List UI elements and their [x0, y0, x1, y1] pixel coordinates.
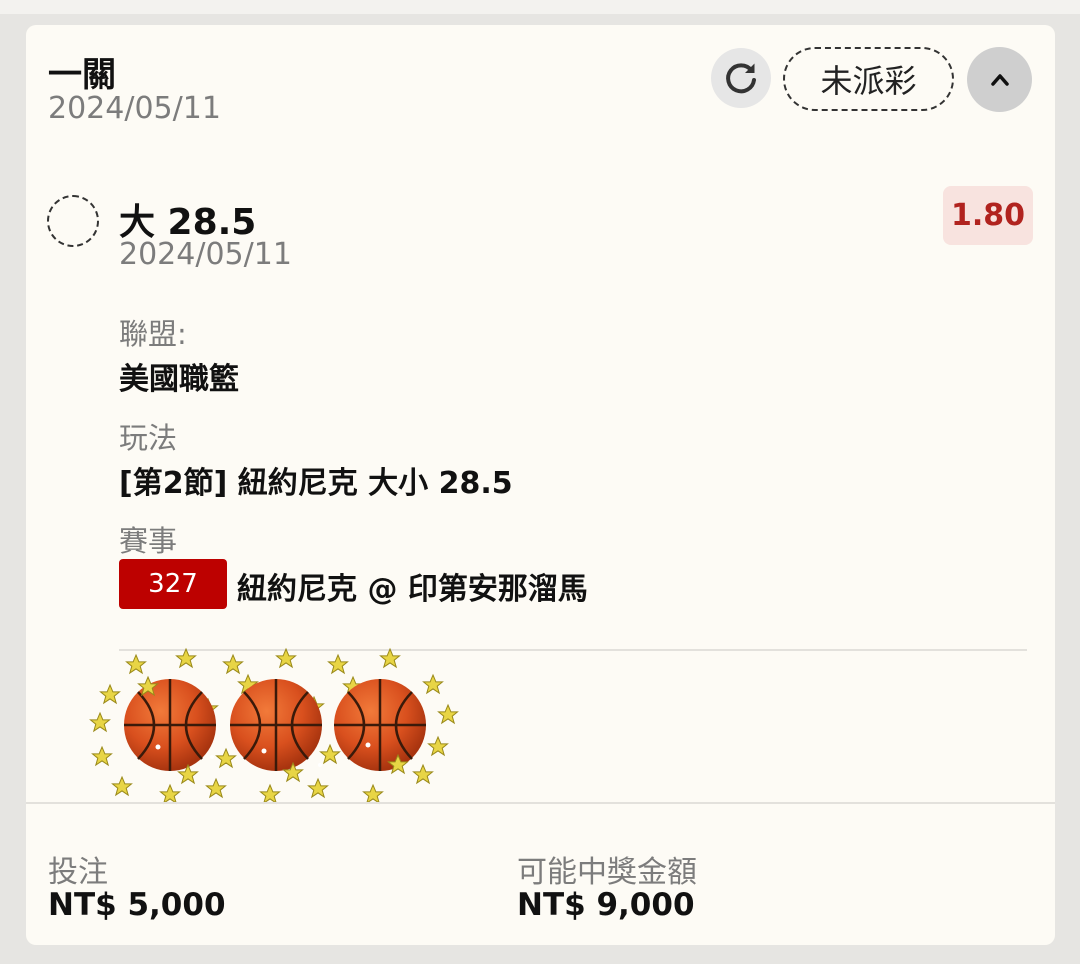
payout-label: 可能中獎金額: [517, 855, 697, 890]
odds-badge: 1.80: [943, 186, 1033, 245]
bet-type-value: [第2節] 紐約尼克 大小 28.5: [119, 466, 513, 501]
league-label: 聯盟:: [119, 317, 187, 351]
stake-label: 投注: [48, 855, 108, 890]
event-id-badge: 327: [119, 559, 227, 609]
bet-slip-card: 一關 2024/05/11 未派彩 大 28.5 2024/05/11 1.80…: [26, 25, 1055, 945]
basketball-sticker: [90, 648, 458, 804]
event-label: 賽事: [119, 524, 178, 558]
footer-divider: [26, 802, 1055, 804]
selection-date: 2024/05/11: [119, 237, 292, 272]
top-strip: [0, 0, 1080, 14]
bet-type-title: 一關: [48, 55, 116, 95]
settlement-status-badge: 未派彩: [783, 47, 954, 111]
collapse-button[interactable]: [967, 47, 1032, 112]
bet-type-label: 玩法: [119, 421, 178, 455]
refresh-icon: [726, 63, 756, 94]
payout-value: NT$ 9,000: [517, 887, 695, 923]
refresh-button[interactable]: [711, 48, 771, 108]
selection-status-icon: [47, 195, 99, 247]
league-value: 美國職籃: [119, 362, 239, 397]
stake-value: NT$ 5,000: [48, 887, 226, 923]
event-name: 紐約尼克 @ 印第安那溜馬: [237, 572, 588, 607]
chevron-up-icon: [990, 73, 1009, 86]
bet-date: 2024/05/11: [48, 91, 221, 126]
